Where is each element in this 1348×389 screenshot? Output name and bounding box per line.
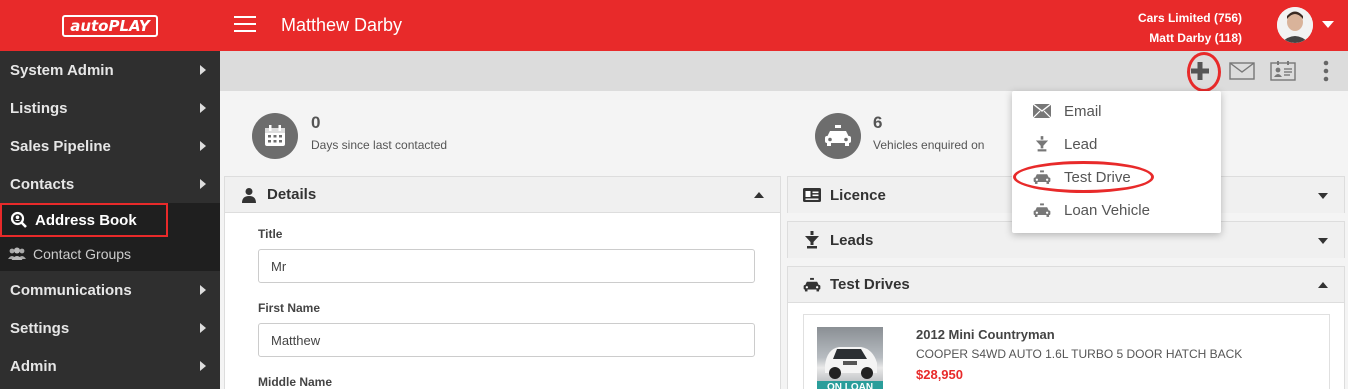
sidebar-item-label: Communications	[10, 281, 132, 299]
details-panel: Details Title First Name Middle Name	[224, 176, 781, 389]
menu-item-label: Loan Vehicle	[1064, 201, 1150, 219]
sidebar-item-system-admin[interactable]: System Admin	[0, 51, 220, 89]
menu-item-label: Email	[1064, 102, 1102, 120]
chevron-right-icon	[200, 179, 206, 189]
chevron-right-icon	[200, 323, 206, 333]
title-label: Title	[258, 227, 283, 241]
vehicle-card[interactable]: ON LOAN 2012 Mini Countryman COOPER S4WD…	[803, 314, 1330, 389]
vehicle-thumbnail[interactable]: ON LOAN	[817, 327, 883, 389]
sidebar-item-label: Sales Pipeline	[10, 137, 111, 155]
autoplay-logo[interactable]: autoPLAY	[62, 14, 158, 37]
middle-name-label: Middle Name	[258, 375, 333, 389]
logo-area[interactable]: autoPLAY	[0, 0, 220, 51]
plus-icon[interactable]	[1190, 61, 1210, 86]
funnel-icon	[802, 231, 822, 249]
stat-label: Days since last contacted	[311, 138, 448, 152]
sidebar-item-label: System Admin	[10, 61, 114, 79]
stat-vehicles-enquired: 6 Vehicles enquired on	[815, 113, 984, 159]
account-info[interactable]: Cars Limited (756) Matt Darby (118)	[1138, 8, 1242, 48]
stat-last-contacted: 0 Days since last contacted	[252, 113, 447, 159]
expand-icon[interactable]	[1318, 238, 1328, 244]
sidebar: System Admin Listings Sales Pipeline Con…	[0, 51, 220, 389]
stat-value: 6	[873, 113, 883, 132]
sidebar-item-label: Settings	[10, 319, 70, 337]
sidebar-item-label: Listings	[10, 99, 68, 117]
action-bar	[220, 51, 1348, 91]
more-vertical-icon[interactable]	[1323, 60, 1329, 87]
users-icon	[6, 247, 28, 261]
menu-item-label: Lead	[1064, 135, 1098, 153]
chevron-right-icon	[200, 65, 206, 75]
search-user-icon	[8, 211, 30, 229]
id-card-icon	[802, 188, 822, 202]
avatar[interactable]	[1277, 7, 1313, 43]
menu-item-test-drive[interactable]: Test Drive	[1012, 161, 1221, 193]
page-title: Matthew Darby	[281, 15, 403, 35]
sidebar-item-communications[interactable]: Communications	[0, 271, 220, 309]
car-icon	[1032, 202, 1052, 218]
stat-label: Vehicles enquired on	[873, 138, 985, 152]
sidebar-subitem-address-book[interactable]: Address Book	[0, 203, 168, 237]
calendar-icon	[252, 113, 298, 159]
sidebar-item-label: Admin	[10, 357, 57, 375]
sidebar-item-listings[interactable]: Listings	[0, 89, 220, 127]
funnel-icon	[1032, 135, 1052, 153]
sidebar-item-contacts[interactable]: Contacts	[0, 165, 220, 203]
collapse-icon[interactable]	[754, 192, 764, 198]
menu-item-email[interactable]: Email	[1012, 95, 1221, 127]
test-drives-panel-header[interactable]: Test Drives	[788, 267, 1344, 303]
details-panel-header[interactable]: Details	[225, 177, 780, 213]
vehicle-description: COOPER S4WD AUTO 1.6L TURBO 5 DOOR HATCH…	[916, 347, 1243, 361]
user-icon	[239, 187, 259, 203]
first-name-field[interactable]	[258, 323, 755, 357]
first-name-label: First Name	[258, 301, 321, 315]
add-menu-dropdown: Email Lead Test Drive Loan Vehicle	[1012, 91, 1221, 233]
sidebar-item-sales-pipeline[interactable]: Sales Pipeline	[0, 127, 220, 165]
menu-toggle-icon[interactable]	[234, 16, 256, 34]
title-field[interactable]	[258, 249, 755, 283]
account-dealer: Cars Limited (756)	[1137, 11, 1242, 25]
sidebar-subitem-label: Contact Groups	[33, 246, 132, 262]
top-bar: autoPLAY Matthew Darby Cars Limited (756…	[0, 0, 1348, 51]
expand-icon[interactable]	[1318, 193, 1328, 199]
on-loan-badge: ON LOAN	[817, 381, 883, 389]
panel-title: Test Drives	[830, 276, 910, 293]
menu-item-label: Test Drive	[1064, 168, 1131, 186]
panel-title: Leads	[830, 231, 874, 249]
car-icon	[802, 277, 822, 293]
account-user: Matt Darby (118)	[1149, 31, 1242, 45]
car-icon	[815, 113, 861, 159]
contact-card-icon[interactable]	[1270, 61, 1296, 86]
sidebar-subitem-label: Address Book	[35, 211, 137, 229]
vehicle-price: $28,950	[916, 367, 963, 382]
chevron-right-icon	[200, 141, 206, 151]
stat-value: 0	[311, 113, 321, 132]
sidebar-item-settings[interactable]: Settings	[0, 309, 220, 347]
sidebar-item-admin[interactable]: Admin	[0, 347, 220, 385]
menu-item-loan-vehicle[interactable]: Loan Vehicle	[1012, 194, 1221, 226]
sidebar-subitem-contact-groups[interactable]: Contact Groups	[0, 237, 220, 271]
menu-item-lead[interactable]: Lead	[1012, 128, 1221, 160]
chevron-right-icon	[200, 285, 206, 295]
envelope-icon	[1032, 104, 1052, 118]
vehicle-title[interactable]: 2012 Mini Countryman	[916, 327, 1055, 342]
chevron-right-icon	[200, 103, 206, 113]
panel-title: Details	[267, 186, 317, 203]
envelope-icon[interactable]	[1229, 62, 1255, 85]
chevron-right-icon	[200, 361, 206, 371]
panel-title: Licence	[830, 186, 886, 204]
car-icon	[1032, 169, 1052, 185]
collapse-icon[interactable]	[1318, 282, 1328, 288]
account-caret-icon[interactable]	[1322, 21, 1334, 28]
sidebar-item-label: Contacts	[10, 175, 75, 193]
